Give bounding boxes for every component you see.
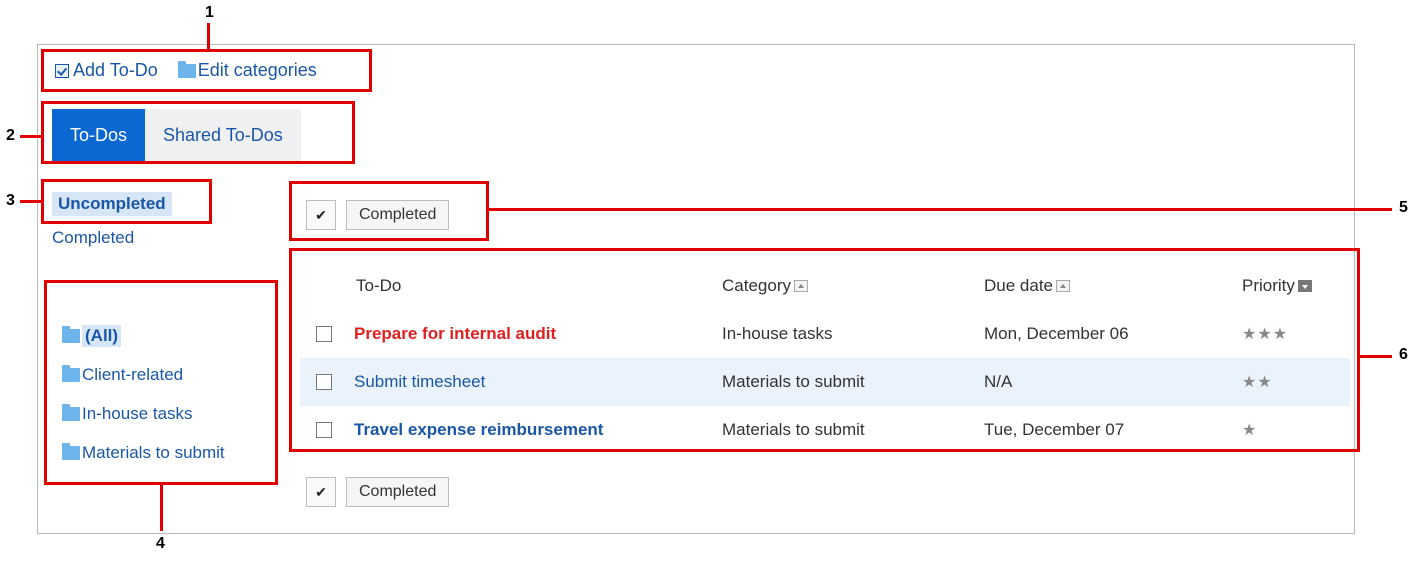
callout-number: 6: [1399, 346, 1408, 363]
callout-number: 1: [205, 4, 214, 21]
callout-line: [20, 200, 42, 203]
callout-box: [41, 101, 355, 164]
callout-box: [289, 248, 1360, 452]
callout-box: [41, 179, 212, 224]
callout-line: [1360, 355, 1392, 358]
filter-completed[interactable]: Completed: [52, 228, 134, 248]
select-all-checkbox-button[interactable]: ✔: [306, 477, 336, 507]
completed-button[interactable]: Completed: [346, 477, 450, 507]
callout-number: 2: [6, 127, 15, 144]
callout-number: 3: [6, 192, 15, 209]
callout-line: [489, 208, 1392, 211]
callout-number: 5: [1399, 199, 1408, 216]
callout-line: [160, 485, 163, 531]
callout-number: 4: [156, 535, 165, 552]
callout-line: [20, 135, 42, 138]
callout-box: [289, 181, 489, 241]
bottom-action-bar: ✔ Completed: [306, 477, 450, 507]
callout-line: [207, 23, 210, 50]
callout-box: [41, 49, 372, 92]
callout-box: [44, 280, 278, 485]
